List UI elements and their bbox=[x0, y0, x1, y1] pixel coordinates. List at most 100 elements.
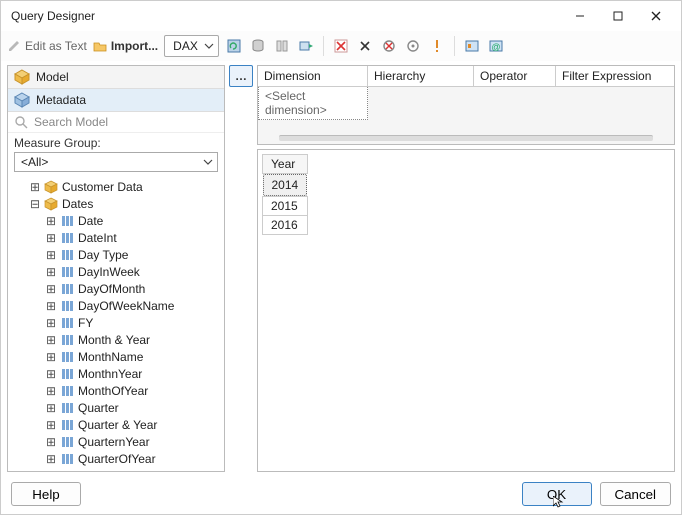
design-mode-icon[interactable] bbox=[404, 37, 422, 55]
show-empty-icon[interactable] bbox=[273, 37, 291, 55]
prepare-query-icon[interactable]: @ bbox=[487, 37, 505, 55]
language-select[interactable]: DAX bbox=[164, 35, 219, 57]
tree-node-label: MonthOfYear bbox=[78, 384, 148, 398]
column-icon bbox=[60, 316, 74, 330]
query-parameters-icon[interactable] bbox=[463, 37, 481, 55]
cube-small-icon bbox=[44, 180, 58, 194]
tree-node[interactable]: ⊞DayOfWeekName bbox=[10, 297, 224, 314]
import-button[interactable]: Import... bbox=[93, 39, 158, 53]
expander-icon[interactable]: ⊞ bbox=[30, 182, 40, 192]
expander-plus-icon[interactable]: ⊞ bbox=[46, 216, 56, 226]
window-title: Query Designer bbox=[11, 9, 95, 23]
table-cell[interactable]: 2015 bbox=[263, 197, 308, 216]
tree-node[interactable]: ⊞DayInWeek bbox=[10, 263, 224, 280]
expander-plus-icon[interactable]: ⊞ bbox=[46, 318, 56, 328]
ok-button[interactable]: OK bbox=[522, 482, 592, 506]
language-value: DAX bbox=[173, 39, 198, 53]
table-row[interactable]: 2016 bbox=[263, 216, 308, 235]
title-bar: Query Designer bbox=[1, 1, 681, 31]
preview-table[interactable]: Year201420152016 bbox=[262, 154, 308, 235]
cursor-icon bbox=[553, 496, 565, 508]
expander-plus-icon[interactable]: ⊞ bbox=[46, 403, 56, 413]
delete-icon[interactable] bbox=[332, 37, 350, 55]
filter-col-operator[interactable]: Operator bbox=[474, 66, 556, 86]
column-icon bbox=[60, 214, 74, 228]
model-header[interactable]: Model bbox=[8, 66, 224, 89]
column-icon bbox=[60, 265, 74, 279]
column-icon bbox=[60, 469, 74, 472]
help-button[interactable]: Help bbox=[11, 482, 81, 506]
tree-node[interactable]: ⊞MonthName bbox=[10, 348, 224, 365]
tree-node[interactable]: ⊞ QuarternYear bbox=[10, 433, 224, 450]
tree-node[interactable]: ⊞ Day Type bbox=[10, 246, 224, 263]
database-icon[interactable] bbox=[249, 37, 267, 55]
expander-plus-icon[interactable]: ⊞ bbox=[46, 284, 56, 294]
table-cell[interactable]: 2014 bbox=[263, 174, 308, 196]
filter-col-expression[interactable]: Filter Expression bbox=[556, 66, 674, 86]
tree-node[interactable]: ⊞ Customer Data bbox=[10, 178, 224, 195]
expander-plus-icon[interactable]: ⊞ bbox=[46, 437, 56, 447]
edit-as-text-button[interactable]: Edit as Text bbox=[7, 39, 87, 53]
tree-node[interactable]: ⊟Dates bbox=[10, 195, 224, 212]
cancel-button[interactable]: Cancel bbox=[600, 482, 672, 506]
tree-node-label: Date bbox=[78, 214, 103, 228]
tree-node[interactable]: ⊞Quarter & Year bbox=[10, 416, 224, 433]
tree-node-label: DayOfMonth bbox=[78, 282, 145, 296]
tree-node-label: Day Type bbox=[78, 248, 128, 262]
measure-group-value: <All> bbox=[21, 155, 48, 169]
model-label: Model bbox=[36, 70, 69, 84]
warning-icon[interactable] bbox=[428, 37, 446, 55]
pencil-icon bbox=[7, 39, 21, 53]
metadata-header[interactable]: Metadata bbox=[8, 89, 224, 112]
tree-node[interactable]: ⊞Short Month bbox=[10, 467, 224, 471]
expander-icon[interactable]: ⊟ bbox=[30, 199, 40, 209]
tree-node[interactable]: ⊞ Date bbox=[10, 212, 224, 229]
column-icon bbox=[60, 418, 74, 432]
tree-node[interactable]: ⊞FY bbox=[10, 314, 224, 331]
table-row[interactable]: 2015 bbox=[263, 197, 308, 216]
table-row[interactable]: 2014 bbox=[263, 174, 308, 197]
window-buttons bbox=[561, 2, 675, 30]
expander-plus-icon[interactable]: ⊞ bbox=[46, 471, 56, 472]
expander-plus-icon[interactable]: ⊞ bbox=[46, 386, 56, 396]
table-cell[interactable]: 2016 bbox=[263, 216, 308, 235]
tree-node-label: Quarter bbox=[78, 401, 119, 415]
expander-plus-icon[interactable]: ⊞ bbox=[46, 420, 56, 430]
expander-plus-icon[interactable]: ⊞ bbox=[46, 267, 56, 277]
tree-node[interactable]: ⊞DateInt bbox=[10, 229, 224, 246]
right-area: Dimension Hierarchy Operator Filter Expr… bbox=[257, 65, 675, 472]
expander-plus-icon[interactable]: ⊞ bbox=[46, 233, 56, 243]
maximize-button[interactable] bbox=[599, 2, 637, 30]
minimize-button[interactable] bbox=[561, 2, 599, 30]
tree-node-label: Month & Year bbox=[78, 333, 150, 347]
tree-node-label: Customer Data bbox=[62, 180, 143, 194]
filter-col-dimension[interactable]: Dimension bbox=[258, 66, 368, 86]
expander-plus-icon[interactable]: ⊞ bbox=[46, 454, 56, 464]
auto-execute-icon[interactable] bbox=[297, 37, 315, 55]
tree-node[interactable]: ⊞ DayOfMonth bbox=[10, 280, 224, 297]
tree-node[interactable]: ⊞QuarterOfYear bbox=[10, 450, 224, 467]
tree-node[interactable]: ⊞MonthnYear bbox=[10, 365, 224, 382]
refresh-fields-icon[interactable] bbox=[225, 37, 243, 55]
filter-col-hierarchy[interactable]: Hierarchy bbox=[368, 66, 474, 86]
builder-dialog-button[interactable]: … bbox=[229, 65, 253, 87]
expander-plus-icon[interactable]: ⊞ bbox=[46, 352, 56, 362]
expander-plus-icon[interactable]: ⊞ bbox=[46, 369, 56, 379]
model-tree[interactable]: ⊞Customer Data⊟Dates ⊞Date⊞DateInt⊞Day T… bbox=[8, 176, 224, 471]
horizontal-scrollbar[interactable] bbox=[279, 135, 653, 141]
expander-plus-icon[interactable]: ⊞ bbox=[46, 301, 56, 311]
cancel-query-icon[interactable] bbox=[380, 37, 398, 55]
expander-plus-icon[interactable]: ⊞ bbox=[46, 335, 56, 345]
table-header[interactable]: Year bbox=[263, 155, 308, 174]
tree-node[interactable]: ⊞ MonthOfYear bbox=[10, 382, 224, 399]
select-dimension-cell[interactable]: <Select dimension> bbox=[258, 87, 368, 120]
tree-node[interactable]: ⊞ Quarter bbox=[10, 399, 224, 416]
execute-icon[interactable] bbox=[356, 37, 374, 55]
query-designer-window: Query Designer Edit as Text Import... DA… bbox=[0, 0, 682, 515]
close-button[interactable] bbox=[637, 2, 675, 30]
measure-group-select[interactable]: <All> bbox=[14, 152, 218, 172]
expander-plus-icon[interactable]: ⊞ bbox=[46, 250, 56, 260]
tree-node[interactable]: ⊞ Month & Year bbox=[10, 331, 224, 348]
search-row[interactable]: Search Model bbox=[8, 112, 224, 133]
tree-node-label: QuarternYear bbox=[78, 435, 150, 449]
